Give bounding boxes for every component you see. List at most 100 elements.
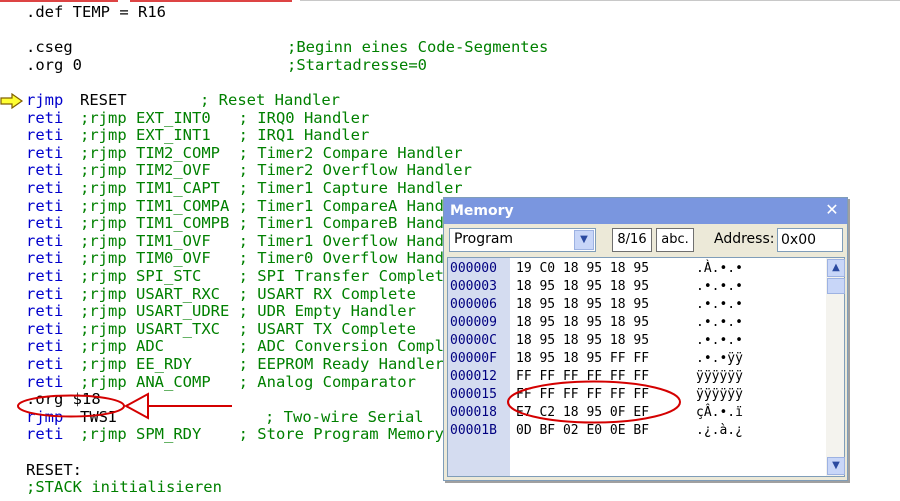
tab-indicator: [130, 0, 292, 2]
memory-window[interactable]: Memory ✕ Program ▼ 8/16 abc. Address: 0x…: [443, 197, 848, 481]
memory-ascii: .¿.à.¿: [696, 423, 743, 438]
code-comment: ; Reset Handler: [200, 91, 340, 109]
code-line[interactable]: rjmp RESET ; Reset Handler: [0, 91, 900, 110]
code-keyword: reti: [26, 284, 64, 303]
code-keyword: reti: [26, 372, 64, 391]
code-text: .def TEMP = R16: [26, 3, 166, 21]
memory-ascii: ÿÿÿÿÿÿ: [696, 387, 743, 402]
scroll-up-icon[interactable]: ▲: [827, 259, 845, 277]
memory-row[interactable]: 00001B 0D BF 02 E0 0E BF .¿.à.¿: [448, 422, 822, 440]
code-keyword: reti: [26, 267, 64, 285]
code-comment: ;rjmp EXT_INT1 ; IRQ1 Handler: [80, 126, 370, 145]
scroll-down-icon[interactable]: ▼: [827, 457, 845, 475]
code-comment: ;Beginn eines Code-Segmentes: [287, 38, 549, 57]
memory-bytes: 18 95 18 95 18 95: [516, 333, 650, 348]
code-keyword: reti: [26, 319, 64, 338]
width-toggle-button[interactable]: 8/16: [612, 228, 652, 252]
code-comment: ;rjmp SPI_STC ; SPI Transfer Complete: [80, 267, 454, 285]
memory-type-select[interactable]: Program ▼: [449, 228, 596, 252]
vertical-scrollbar[interactable]: ▲ ▼: [826, 258, 845, 476]
memory-addr: 000012: [450, 369, 497, 384]
memory-bytes: FF FF FF FF FF FF: [516, 387, 650, 402]
memory-row[interactable]: 000000 19 C0 18 95 18 95 .À.•.•: [448, 260, 822, 278]
memory-type-value: Program: [454, 231, 514, 247]
annotation-ellipse: [17, 394, 125, 418]
memory-ascii: .•.•.•: [696, 279, 743, 294]
code-keyword: rjmp: [26, 91, 64, 109]
code-comment: ;rjmp TIM1_OVF ; Timer1 Overflow Handler: [80, 231, 472, 250]
code-line[interactable]: reti ;rjmp EXT_INT0 ; IRQ0 Handler: [0, 108, 900, 128]
code-comment: ;rjmp TIM0_OVF ; Timer0 Overflow Handler: [80, 249, 472, 268]
memory-ascii: .•.•.•: [696, 315, 743, 330]
code-comment: ;Startadresse=0: [287, 55, 427, 74]
tab-indicator: [0, 0, 118, 2]
memory-bytes: 18 95 18 95 18 95: [516, 297, 650, 312]
memory-bytes: FF FF FF FF FF FF: [516, 369, 650, 384]
memory-ascii: .•.•ÿÿ: [696, 351, 743, 366]
memory-addr: 00000F: [450, 351, 497, 366]
memory-title: Memory: [450, 203, 514, 219]
code-text: RESET: [80, 91, 127, 109]
code-keyword: reti: [26, 196, 64, 215]
close-icon[interactable]: ✕: [823, 201, 841, 219]
memory-bytes: 18 95 18 95 18 95: [516, 279, 650, 294]
memory-bytes: E7 C2 18 95 0F EF: [516, 405, 650, 420]
code-comment: ;rjmp ANA_COMP ; Analog Comparator: [80, 372, 416, 391]
memory-addr: 00001B: [450, 423, 497, 438]
memory-ascii: çÂ.•.ï: [696, 405, 743, 420]
code-text: RESET:: [26, 460, 82, 479]
memory-bytes: 19 C0 18 95 18 95: [516, 261, 650, 276]
code-line[interactable]: reti ;rjmp TIM2_OVF ; Timer2 Overflow Han…: [0, 162, 900, 180]
code-comment: ;rjmp ADC ; ADC Conversion Complete: [80, 337, 472, 356]
memory-row[interactable]: 00000C 18 95 18 95 18 95 .•.•.•: [448, 332, 822, 350]
memory-addr: 00000C: [450, 333, 497, 348]
code-line[interactable]: reti ;rjmp TIM2_COMP ; Timer2 Compare Han…: [0, 143, 900, 163]
code-line[interactable]: .def TEMP = R16: [0, 3, 900, 22]
code-comment: ;rjmp TIM1_COMPB ; Timer1 CompareB Handl…: [80, 214, 472, 233]
code-keyword: reti: [26, 355, 64, 373]
code-keyword: reti: [26, 214, 64, 233]
code-comment: ;rjmp USART_TXC ; USART TX Complete: [80, 319, 416, 338]
memory-addr: 000015: [450, 387, 497, 402]
memory-bytes: 0D BF 02 E0 0E BF: [516, 423, 650, 438]
code-keyword: reti: [26, 231, 64, 250]
code-line[interactable]: .org 0 ;Startadresse=0: [0, 55, 900, 75]
ascii-toggle-button[interactable]: abc.: [656, 228, 694, 252]
code-keyword: reti: [26, 179, 64, 197]
address-input[interactable]: 0x00: [777, 228, 843, 252]
code-keyword: reti: [26, 302, 64, 321]
memory-title-bar[interactable]: Memory ✕: [444, 198, 847, 224]
code-keyword: reti: [26, 161, 64, 180]
code-line[interactable]: reti ;rjmp TIM1_CAPT ; Timer1 Capture Han…: [0, 179, 900, 198]
memory-toolbar: Program ▼ 8/16 abc. Address: 0x00: [444, 225, 847, 253]
code-comment: ;rjmp EXT_INT0 ; IRQ0 Handler: [80, 108, 370, 127]
memory-addr: 000018: [450, 405, 497, 420]
scroll-thumb[interactable]: [827, 278, 845, 294]
code-keyword: reti: [26, 143, 64, 162]
current-line-arrow-icon: [0, 93, 24, 109]
memory-bytes: 18 95 18 95 18 95: [516, 315, 650, 330]
memory-row[interactable]: 000012 FF FF FF FF FF FF ÿÿÿÿÿÿ: [448, 368, 822, 386]
code-comment: ;rjmp USART_UDRE ; UDR Empty Handler: [80, 302, 416, 321]
chevron-down-icon[interactable]: ▼: [574, 230, 594, 250]
memory-addr: 000009: [450, 315, 497, 330]
memory-ascii: .•.•.•: [696, 333, 743, 348]
memory-dump[interactable]: 000000 19 C0 18 95 18 95 .À.•.• 000003 18 95…: [447, 257, 845, 477]
code-comment: ;rjmp SPM_RDY ; Store Program Memory: [80, 425, 444, 444]
memory-row[interactable]: 000003 18 95 18 95 18 95 .•.•.•: [448, 278, 822, 296]
code-comment: ;rjmp TIM1_CAPT ; Timer1 Capture Handler: [80, 179, 463, 197]
memory-addr: 000006: [450, 297, 497, 312]
code-line[interactable]: .cseg ;Beginn eines Code-Segmentes: [0, 39, 900, 57]
annotation-arrow: [124, 392, 232, 420]
code-comment: ;rjmp EE_RDY ; EEPROM Ready Handler: [80, 355, 444, 373]
code-keyword: reti: [26, 249, 64, 268]
memory-row[interactable]: 000018 E7 C2 18 95 0F EF çÂ.•.ï: [448, 404, 822, 422]
memory-row[interactable]: 000009 18 95 18 95 18 95 .•.•.•: [448, 314, 822, 332]
memory-row[interactable]: 000006 18 95 18 95 18 95 .•.•.•: [448, 296, 822, 314]
code-line[interactable]: reti ;rjmp EXT_INT1 ; IRQ1 Handler: [0, 127, 900, 145]
memory-row[interactable]: 00000F 18 95 18 95 FF FF .•.•ÿÿ: [448, 350, 822, 368]
memory-addr: 000000: [450, 261, 497, 276]
code-line[interactable]: ;STACK initialisieren: [0, 479, 900, 497]
memory-row[interactable]: 000015 FF FF FF FF FF FF ÿÿÿÿÿÿ: [448, 386, 822, 404]
memory-ascii: .•.•.•: [696, 297, 743, 312]
